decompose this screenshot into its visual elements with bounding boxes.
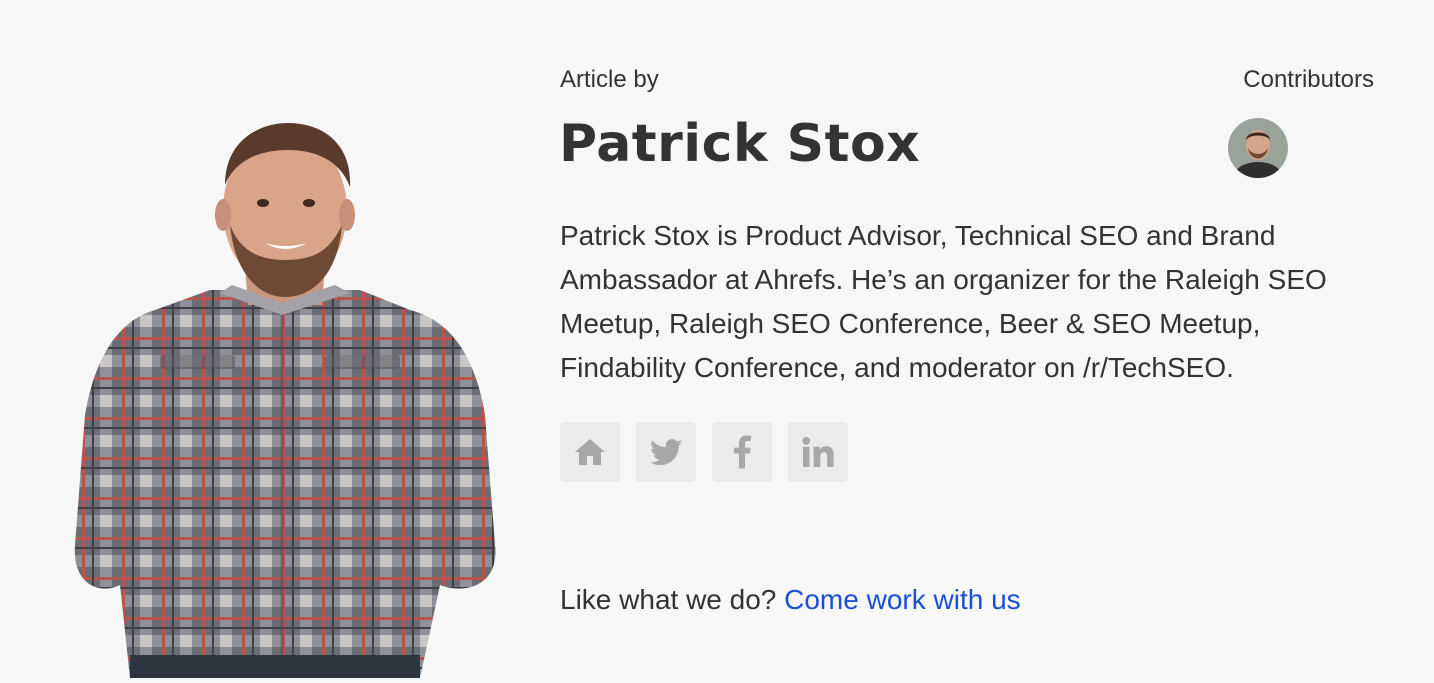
linkedin-icon xyxy=(802,437,834,467)
author-name: Patrick Stox xyxy=(559,114,921,174)
contributor-avatar[interactable] xyxy=(1228,118,1288,178)
facebook-link[interactable] xyxy=(712,422,772,482)
facebook-icon xyxy=(733,435,751,469)
home-link[interactable] xyxy=(560,422,620,482)
contributors-label: Contributors xyxy=(1243,66,1374,93)
author-bio: Patrick Stox is Product Advisor, Technic… xyxy=(560,220,1327,383)
cta-text: Like what we do? xyxy=(560,584,777,615)
home-icon xyxy=(574,437,606,467)
twitter-link[interactable] xyxy=(636,422,696,482)
author-photo xyxy=(60,115,510,678)
cta: Like what we do? Come work with us xyxy=(560,580,1021,620)
linkedin-link[interactable] xyxy=(788,422,848,482)
careers-link[interactable]: Come work with us xyxy=(784,584,1021,615)
social-links xyxy=(560,422,848,482)
twitter-icon xyxy=(650,438,682,466)
article-by-label: Article by xyxy=(560,66,659,93)
